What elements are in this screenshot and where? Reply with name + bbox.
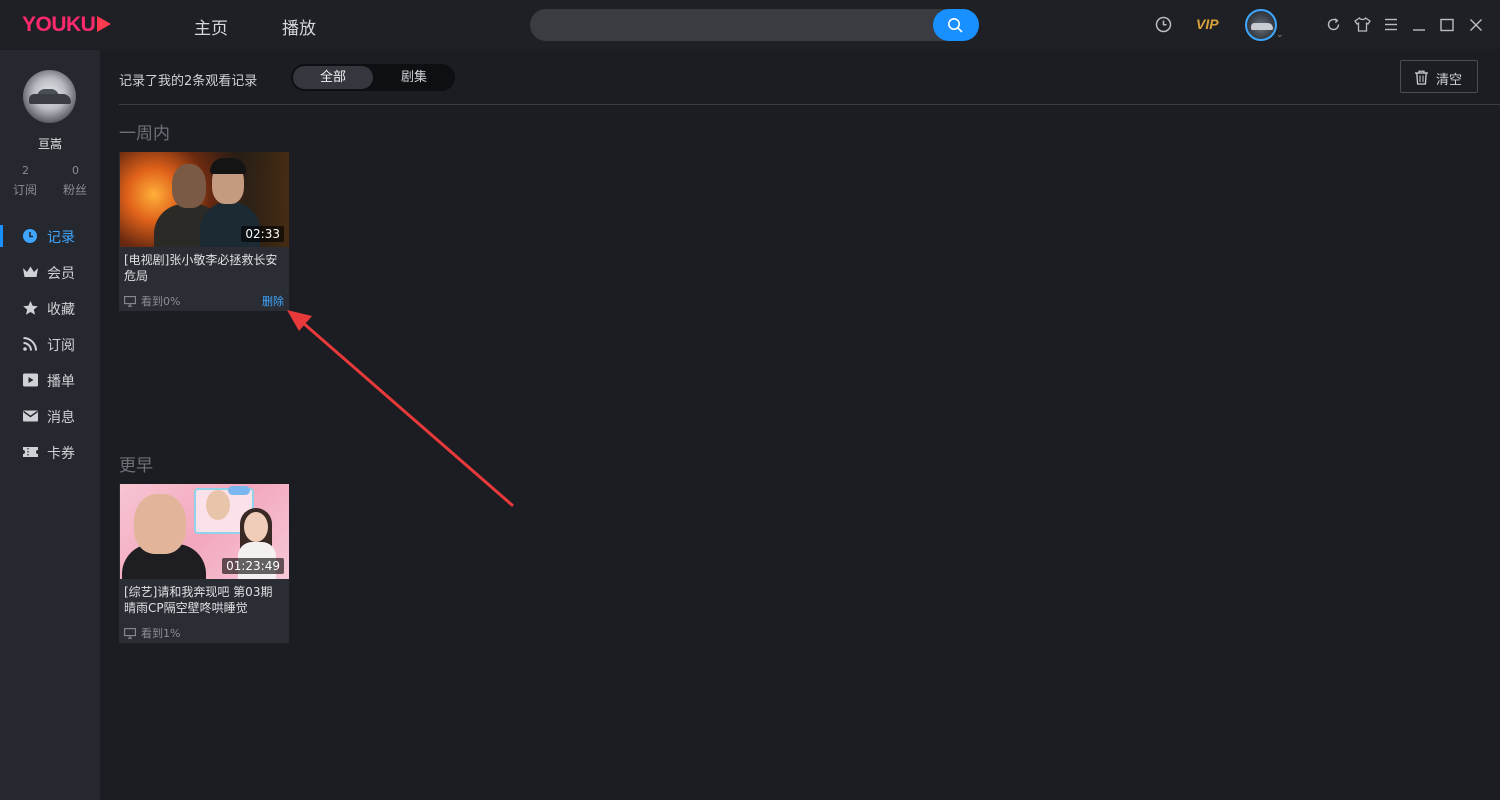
video-duration: 01:23:49 [222,558,284,574]
search-button[interactable] [933,9,979,41]
watch-progress-text: 看到1% [141,627,181,640]
filter-toggle: 全部 剧集 [291,64,455,91]
search-icon [948,18,963,33]
fans-count[interactable]: 0 [72,164,79,177]
subscribe-count[interactable]: 2 [22,164,29,177]
sidebar-item-vip[interactable]: 会员 [0,257,100,287]
crown-icon [23,266,38,277]
divider [119,104,1500,105]
user-avatar[interactable] [1245,9,1277,41]
video-thumbnail[interactable]: 02:33 [120,152,289,247]
video-title[interactable]: [电视剧]张小敬李必拯救长安危局 [124,252,284,284]
nav-home[interactable]: 主页 [194,14,228,39]
history-summary: 记录了我的2条观看记录 [119,74,258,89]
history-clock-icon[interactable] [1155,16,1172,33]
search-box [530,9,979,41]
sidebar-item-playlists[interactable]: 播单 [0,365,100,395]
video-thumbnail[interactable]: 01:23:49 [120,484,289,579]
sidebar-item-label: 收藏 [47,302,75,318]
maximize-icon[interactable] [1440,18,1454,32]
title-bar: YOUKU 主页 播放 VIP ⌄ [0,0,1500,50]
sidebar-item-coupons[interactable]: 卡券 [0,437,100,467]
search-input[interactable] [544,15,924,35]
youku-logo[interactable]: YOUKU [22,13,112,37]
clear-history-button[interactable]: 清空 [1400,60,1478,93]
rss-icon [23,337,37,351]
video-title[interactable]: [综艺]请和我奔现吧 第03期 晴雨CP隔空壁咚哄睡觉 [124,584,284,616]
section-title-week: 一周内 [119,124,170,144]
fans-label[interactable]: 粉丝 [63,181,87,198]
filter-all-tab[interactable]: 全部 [293,66,373,89]
close-icon[interactable] [1469,18,1483,32]
clear-label: 清空 [1436,73,1463,88]
sidebar-item-favorites[interactable]: 收藏 [0,293,100,323]
ticket-icon [23,447,38,457]
logo-text: YOUKU [22,13,96,36]
minimize-icon[interactable] [1412,18,1426,32]
skin-shirt-icon[interactable] [1354,17,1371,32]
sidebar-item-label: 订阅 [47,338,75,354]
profile-avatar[interactable] [23,70,76,123]
star-icon [23,301,38,315]
watch-progress: 看到0% [124,293,180,309]
annotation-arrow [287,310,514,507]
sidebar-item-history[interactable]: 记录 [0,221,100,251]
video-duration: 02:33 [241,226,284,242]
trash-icon [1415,70,1428,85]
monitor-icon [124,296,136,307]
sidebar-item-label: 会员 [47,266,75,282]
playlist-icon [23,373,38,387]
mail-icon [23,410,38,422]
sidebar-item-subscriptions[interactable]: 订阅 [0,329,100,359]
sidebar: 亘嵩 2 订阅 0 粉丝 记录 会员 收藏 订阅 播单 消息 卡券 [0,50,100,800]
watch-progress-text: 看到0% [141,295,181,308]
watch-progress: 看到1% [124,625,180,641]
chevron-down-icon[interactable]: ⌄ [1276,30,1284,40]
nav-play[interactable]: 播放 [282,14,316,39]
vip-button[interactable]: VIP [1196,16,1219,32]
sidebar-item-label: 播单 [47,374,75,390]
monitor-icon [124,628,136,639]
filter-series-tab[interactable]: 剧集 [374,66,454,89]
sidebar-item-label: 记录 [47,230,75,246]
logo-play-icon [97,16,112,32]
refresh-icon[interactable] [1326,17,1341,32]
username[interactable]: 亘嵩 [0,135,100,152]
section-title-earlier: 更早 [119,456,153,476]
menu-icon[interactable] [1384,18,1398,31]
sidebar-item-label: 卡券 [47,446,75,462]
delete-link[interactable]: 删除 [262,293,284,309]
clock-icon [23,229,37,243]
sidebar-item-messages[interactable]: 消息 [0,401,100,431]
sidebar-item-label: 消息 [47,410,75,426]
history-card[interactable]: 01:23:49 [综艺]请和我奔现吧 第03期 晴雨CP隔空壁咚哄睡觉 看到1… [119,484,289,643]
subscribe-label[interactable]: 订阅 [13,181,37,198]
history-card[interactable]: 02:33 [电视剧]张小敬李必拯救长安危局 看到0% 删除 [119,152,289,311]
